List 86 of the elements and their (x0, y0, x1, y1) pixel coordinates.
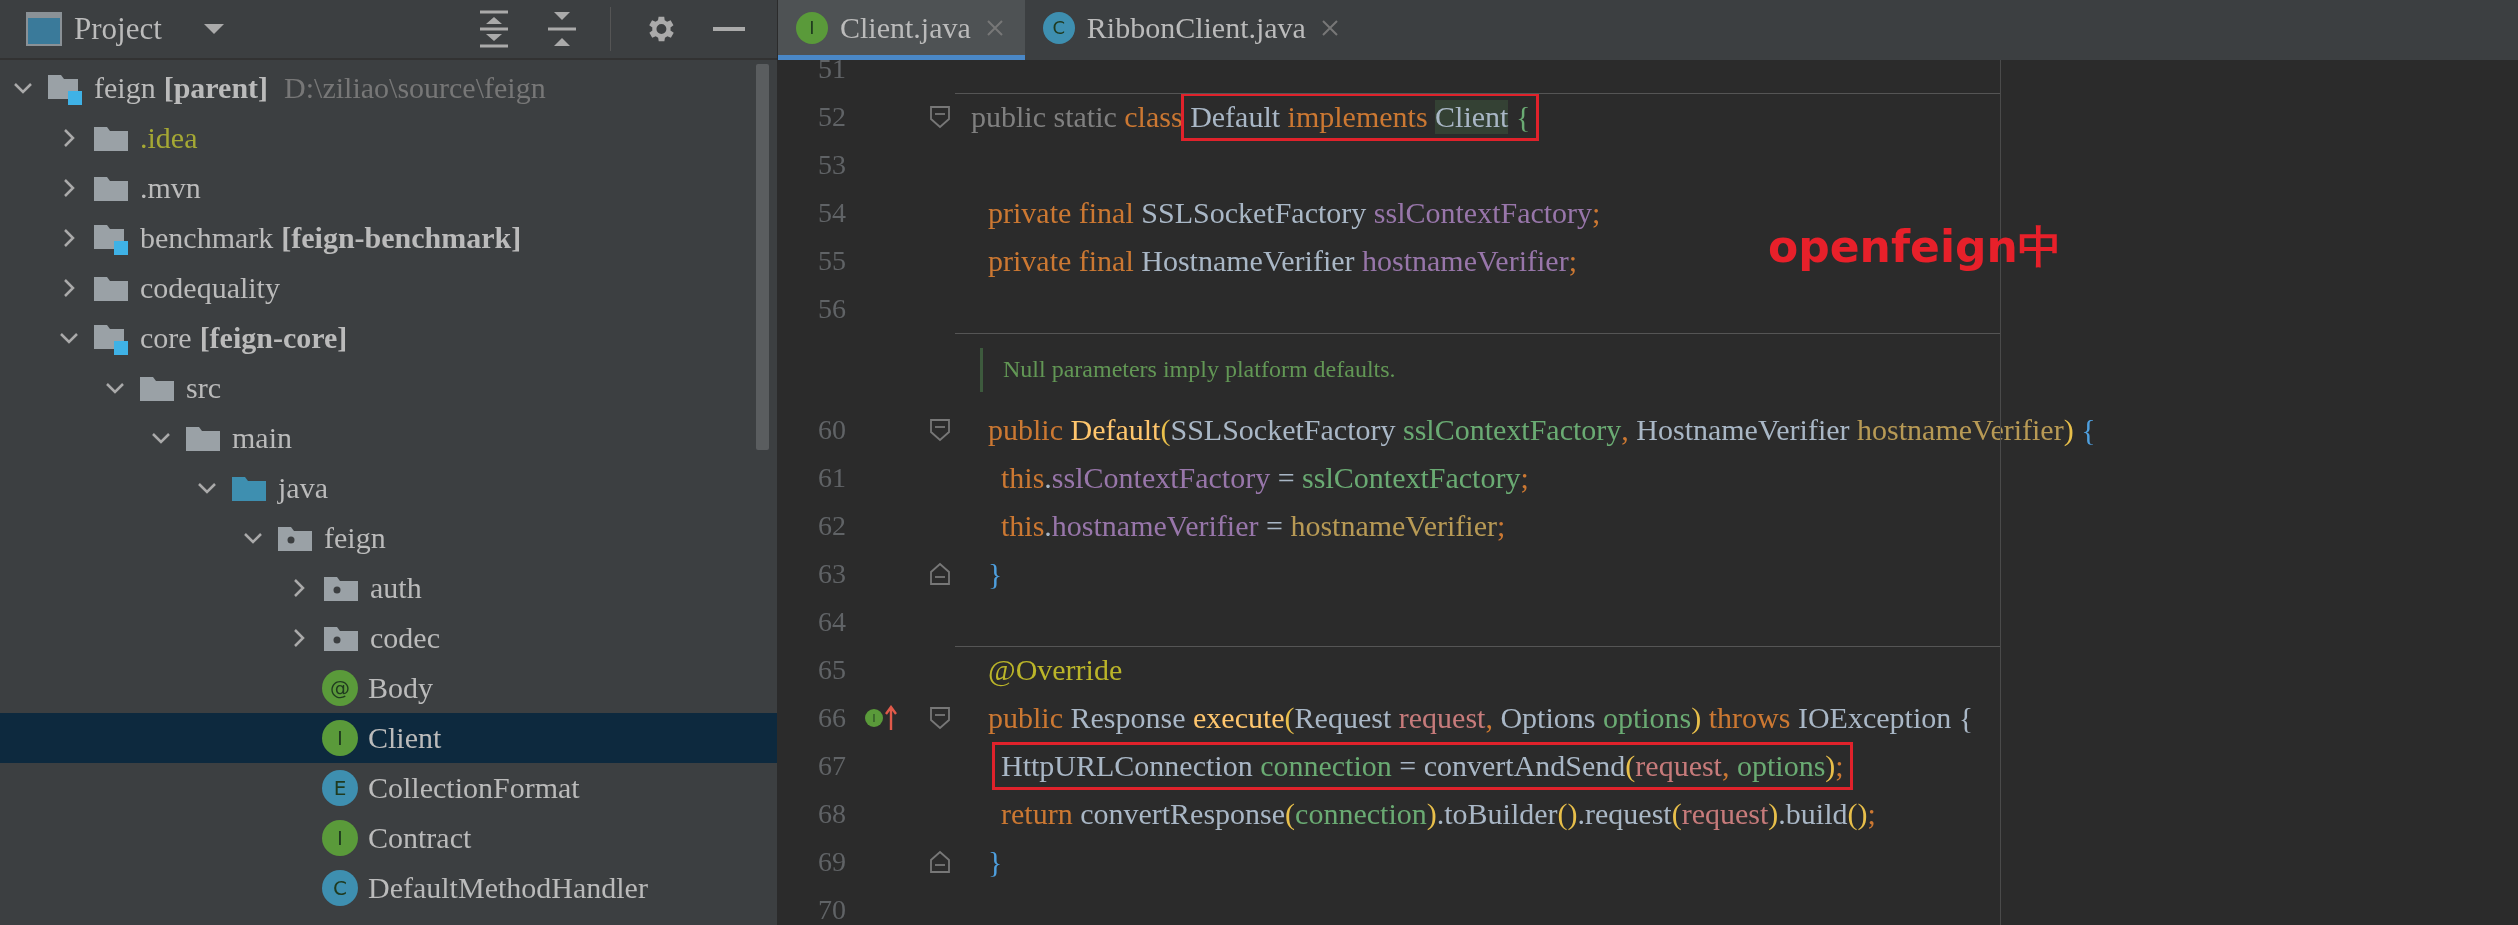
tree-item-label: src (186, 371, 221, 405)
tree-row[interactable]: E CollectionFormat (0, 763, 777, 813)
code-line: private final SSLSocketFactory sslContextFactory; (987, 196, 1601, 230)
line-number: 63 (817, 558, 846, 590)
tree-item-label: codequality (140, 271, 280, 305)
fold-marker-icon[interactable] (928, 850, 951, 874)
panel-title: Project (74, 11, 162, 47)
line-number: 60 (817, 414, 846, 446)
file-type-badge: E (322, 770, 358, 806)
minimize-icon[interactable] (713, 25, 745, 33)
file-type-badge: C (1042, 11, 1075, 44)
tree-item-label: Client (368, 721, 442, 755)
tree-row[interactable]: I Contract (0, 813, 777, 863)
collapse-all-icon[interactable] (546, 10, 578, 48)
line-number: 62 (817, 510, 846, 542)
scrollbar[interactable] (756, 64, 769, 450)
line-number: 53 (817, 149, 846, 181)
tree-item-label: feign (324, 521, 386, 555)
tree-row[interactable]: I Client (0, 713, 777, 763)
line-number: 66 (817, 702, 846, 734)
tree-row[interactable]: codequality (0, 263, 777, 313)
window-icon (26, 12, 62, 46)
code-line: this.sslContextFactory = sslContextFactory; (1000, 461, 1529, 495)
expand-all-icon[interactable] (478, 10, 510, 48)
module-name: [parent] (163, 71, 269, 105)
code-line: } (987, 845, 1003, 879)
tree-row[interactable]: main (0, 413, 777, 463)
tree-item-label: core (140, 321, 192, 355)
line-number: 52 (817, 101, 846, 133)
tree-item-label: feign (94, 71, 156, 105)
fold-marker-icon[interactable] (928, 562, 951, 586)
file-type-badge: I (796, 11, 828, 44)
tree-item-label: Contract (368, 821, 472, 855)
tree-row[interactable]: core [feign-core] (0, 313, 777, 363)
tree-row[interactable]: benchmark [feign-benchmark] (0, 213, 777, 263)
tree-row[interactable]: feign [parent] D:\ziliao\source\feign (0, 63, 777, 113)
tree-item-label: benchmark (140, 221, 274, 255)
fold-marker-icon[interactable] (928, 418, 951, 442)
tree-item-label: java (278, 471, 328, 505)
tab-label: RibbonClient.java (1086, 10, 1306, 45)
tree-row[interactable]: @ Body (0, 663, 777, 713)
line-number: 56 (817, 293, 846, 325)
line-number: 68 (817, 798, 846, 830)
tree-item-label: main (232, 421, 292, 455)
line-number: 70 (817, 894, 846, 925)
line-number: 61 (817, 462, 846, 494)
tab-label: Client.java (840, 10, 971, 45)
code-line: public Response execute(Request request, Options options) throws IOException { (987, 701, 1974, 735)
tree-item-label: DefaultMethodHandler (368, 871, 648, 905)
tree-row[interactable]: codec (0, 613, 777, 663)
file-type-badge: I (322, 820, 358, 856)
code-line: public Default(SSLSocketFactory sslContextFactory, HostnameVerifier hostnameVerifier) { (987, 413, 2096, 447)
tree-item-label: auth (370, 571, 422, 605)
code-line: } (987, 557, 1003, 591)
tree-item-label: .mvn (140, 171, 201, 205)
tree-item-label: .idea (140, 121, 198, 155)
tree-row[interactable]: feign (0, 513, 777, 563)
code-line: private final HostnameVerifier hostnameVerifier; (987, 244, 1577, 278)
fold-marker-icon[interactable] (928, 105, 951, 129)
line-number: 64 (817, 606, 846, 638)
line-number: 67 (817, 750, 846, 782)
tree-row[interactable]: C DefaultMethodHandler (0, 863, 777, 913)
tree-item-label: CollectionFormat (368, 771, 580, 805)
code-line: @Override (987, 653, 1123, 687)
file-type-badge: @ (322, 670, 358, 706)
line-number: 55 (817, 245, 846, 277)
tree-row[interactable]: .idea (0, 113, 777, 163)
tree-row[interactable]: auth (0, 563, 777, 613)
tree-row[interactable]: java (0, 463, 777, 513)
line-number: 54 (817, 197, 846, 229)
annotation-note: openfeign中 (1768, 220, 2062, 274)
line-number: 69 (817, 846, 846, 878)
file-type-badge: C (322, 870, 358, 906)
module-path: D:\ziliao\source\feign (284, 71, 546, 105)
module-name: [feign-core] (199, 321, 348, 355)
tree-row[interactable]: src (0, 363, 777, 413)
code-line: this.hostnameVerifier = hostnameVerifier; (1000, 509, 1506, 543)
code-line: return convertResponse(connection).toBuilder().request(request).build(); (1000, 797, 1876, 831)
fold-marker-icon[interactable] (928, 706, 951, 730)
module-name: [feign-benchmark] (281, 221, 522, 255)
doc-comment: Null parameters imply platform defaults. (1003, 356, 1396, 383)
tree-item-label: Body (368, 671, 433, 705)
tree-item-label: codec (370, 621, 440, 655)
file-type-badge: I (322, 720, 358, 756)
tree-row[interactable]: .mvn (0, 163, 777, 213)
line-number: 65 (817, 654, 846, 686)
